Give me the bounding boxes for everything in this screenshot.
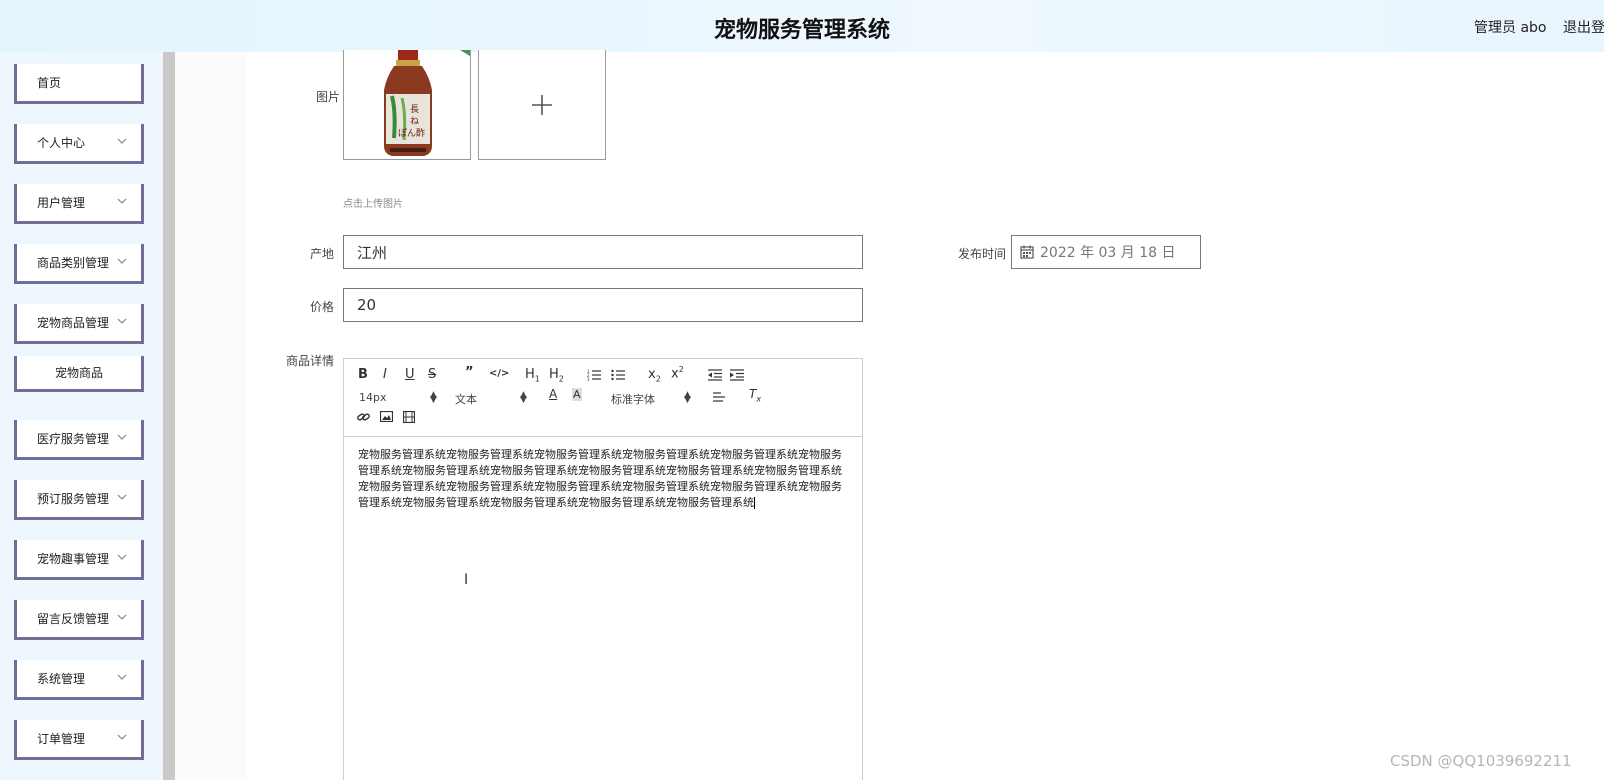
upload-hint: 点击上传图片 xyxy=(343,199,403,210)
editor-content-text: 宠物服务管理系统宠物服务管理系统宠物服务管理系统宠物服务管理系统宠物服务管理系统… xyxy=(358,448,842,509)
sidebar-item-11[interactable]: 订单管理 xyxy=(14,720,144,760)
svg-text:ね: ね xyxy=(410,116,419,127)
subscript-button[interactable]: x2 xyxy=(648,367,661,384)
link-icon[interactable] xyxy=(357,411,370,423)
sidebar-item-label: 首页 xyxy=(37,76,62,90)
sidebar-item-label: 医疗服务管理 xyxy=(37,432,110,446)
logout-link[interactable]: 退出登 xyxy=(1563,17,1604,37)
italic-button[interactable]: I xyxy=(383,367,387,382)
text-style-select[interactable]: 文本 xyxy=(455,391,477,407)
uploaded-image-thumb[interactable]: 長 ね ぽん酢 xyxy=(343,50,471,160)
font-size-select[interactable]: 14px xyxy=(359,391,387,404)
sidebar-item-label: 系统管理 xyxy=(37,672,86,686)
font-size-arrow-down-icon: ▼ xyxy=(430,395,437,405)
content-gutter xyxy=(175,52,247,780)
chevron-down-icon xyxy=(117,672,129,684)
image-label: 图片 xyxy=(315,90,340,104)
sidebar-item-label: 个人中心 xyxy=(37,136,86,150)
sidebar-item-8[interactable]: 宠物趣事管理 xyxy=(14,540,144,580)
superscript-button[interactable]: x2 xyxy=(671,365,684,381)
chevron-down-icon xyxy=(117,196,129,208)
chevron-down-icon xyxy=(117,612,129,624)
ordered-list-icon[interactable]: 123 xyxy=(587,369,601,381)
image-icon[interactable] xyxy=(380,411,393,422)
sidebar-item-5[interactable]: 宠物商品 xyxy=(14,356,144,392)
sidebar-item-label: 用户管理 xyxy=(37,196,86,210)
chevron-down-icon xyxy=(117,492,129,504)
sidebar-item-0[interactable]: 首页 xyxy=(14,64,144,104)
add-image-button[interactable] xyxy=(478,50,606,160)
publish-time-label: 发布时间 xyxy=(957,247,1006,261)
origin-label: 产地 xyxy=(309,247,334,261)
price-input[interactable]: 20 xyxy=(343,288,863,322)
chevron-down-icon xyxy=(117,136,129,148)
text-cursor xyxy=(754,497,755,509)
chevron-down-icon xyxy=(117,432,129,444)
sauce-bottle-image: 長 ね ぽん酢 xyxy=(384,50,470,156)
publish-time-value: 2022 年 03 月 18 日 xyxy=(1040,245,1176,261)
page-title: 宠物服务管理系统 xyxy=(713,18,890,43)
svg-text:長: 長 xyxy=(410,104,419,115)
outdent-icon[interactable] xyxy=(708,369,722,381)
h1-button[interactable]: H1 xyxy=(525,367,540,384)
sidebar-scrollbar[interactable] xyxy=(163,52,175,780)
sidebar-item-label: 订单管理 xyxy=(37,732,86,746)
editor-content[interactable]: 宠物服务管理系统宠物服务管理系统宠物服务管理系统宠物服务管理系统宠物服务管理系统… xyxy=(358,447,850,511)
strike-button[interactable]: S xyxy=(428,367,436,382)
sidebar-item-label: 留言反馈管理 xyxy=(37,612,110,626)
top-header: 宠物服务管理系统 管理员 abo 退出登 xyxy=(0,0,1604,52)
underline-button[interactable]: U xyxy=(405,367,415,382)
price-label: 价格 xyxy=(309,300,334,314)
calendar-icon xyxy=(1020,245,1034,259)
sidebar-item-1[interactable]: 个人中心 xyxy=(14,124,144,164)
chevron-down-icon xyxy=(117,552,129,564)
origin-input[interactable]: 江州 xyxy=(343,235,863,269)
plus-icon xyxy=(532,94,552,115)
details-label: 商品详情 xyxy=(285,354,334,368)
background-color-button[interactable]: A xyxy=(572,388,582,401)
sidebar-item-label: 宠物趣事管理 xyxy=(37,552,110,566)
sidebar-item-label: 宠物商品管理 xyxy=(37,316,110,330)
editor-toolbar: B I U S ” </> H1 H2 123 x2 x2 14px ▲ ▼ 文… xyxy=(344,359,862,437)
watermark: CSDN @QQ1039692211 xyxy=(1390,752,1572,770)
sidebar-item-3[interactable]: 商品类别管理 xyxy=(14,244,144,284)
chevron-down-icon xyxy=(117,256,129,268)
mouse-ibeam-cursor-icon: I xyxy=(464,572,469,588)
sidebar-item-10[interactable]: 系统管理 xyxy=(14,660,144,700)
sidebar-item-label: 宠物商品 xyxy=(54,366,103,380)
sidebar-item-label: 商品类别管理 xyxy=(37,256,110,270)
text-style-arrow-down-icon: ▼ xyxy=(520,395,527,405)
sidebar-item-2[interactable]: 用户管理 xyxy=(14,184,144,224)
code-block-button[interactable]: </> xyxy=(489,368,509,379)
font-family-select[interactable]: 标准字体 xyxy=(611,391,655,407)
sidebar-item-6[interactable]: 医疗服务管理 xyxy=(14,420,144,460)
admin-name: 管理员 abo xyxy=(1474,20,1547,36)
publish-time-input[interactable]: 2022 年 03 月 18 日 xyxy=(1011,235,1201,269)
h2-button[interactable]: H2 xyxy=(549,367,564,384)
font-family-arrow-down-icon: ▼ xyxy=(684,395,691,405)
chevron-down-icon xyxy=(117,316,129,328)
align-icon[interactable] xyxy=(713,392,725,402)
clear-format-button[interactable]: Tx xyxy=(749,387,761,403)
video-icon[interactable] xyxy=(403,411,415,423)
svg-text:3: 3 xyxy=(587,377,590,381)
sidebar-item-7[interactable]: 预订服务管理 xyxy=(14,480,144,520)
sidebar-item-9[interactable]: 留言反馈管理 xyxy=(14,600,144,640)
svg-text:ぽん酢: ぽん酢 xyxy=(398,127,425,139)
font-color-button[interactable]: A xyxy=(549,387,557,401)
chevron-down-icon xyxy=(117,732,129,744)
sidebar-item-label: 预订服务管理 xyxy=(37,492,110,506)
rich-text-editor[interactable]: B I U S ” </> H1 H2 123 x2 x2 14px ▲ ▼ 文… xyxy=(343,358,863,780)
bold-button[interactable]: B xyxy=(358,367,368,382)
indent-icon[interactable] xyxy=(730,369,744,381)
sidebar-item-4[interactable]: 宠物商品管理 xyxy=(14,304,144,344)
blockquote-button[interactable]: ” xyxy=(465,365,474,380)
bullet-list-icon[interactable] xyxy=(611,369,625,381)
